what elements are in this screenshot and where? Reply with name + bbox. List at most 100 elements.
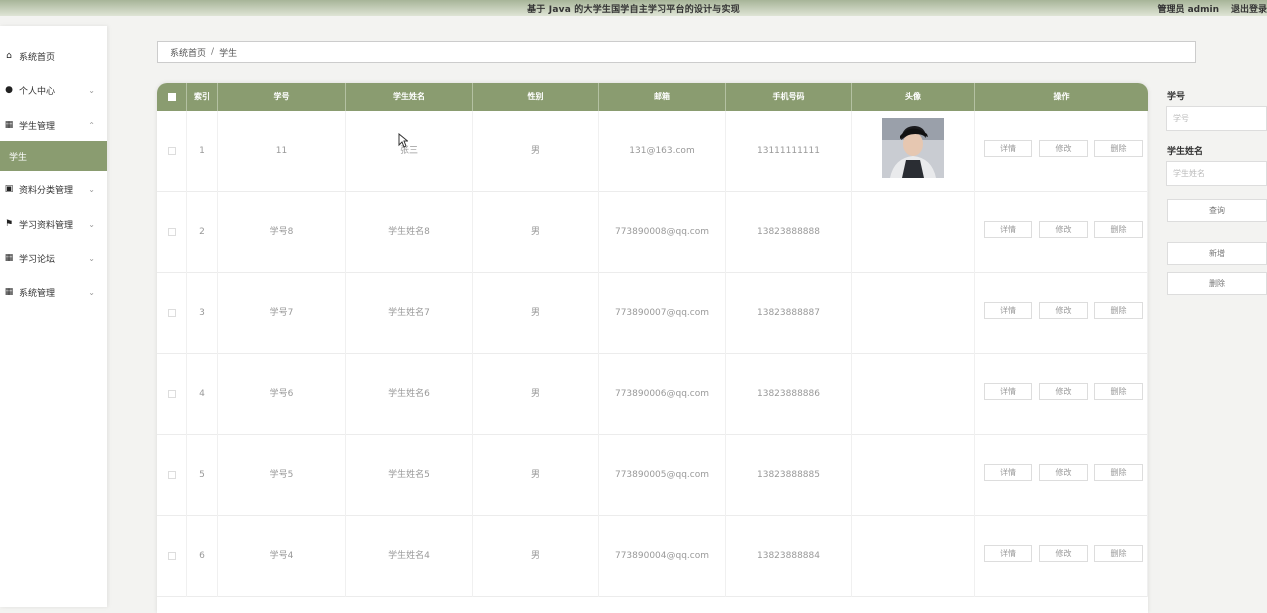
header-student-id: 学号 <box>218 83 346 111</box>
sidebar-item-student-management[interactable]: ▦ 学生管理 ⌃ <box>0 111 107 139</box>
row-checkbox[interactable] <box>167 146 176 155</box>
cell-gender: 男 <box>473 111 599 192</box>
delete-button[interactable]: 删除 <box>1094 140 1143 157</box>
current-user: 管理员 admin <box>1157 5 1219 15</box>
cell-id: 学号4 <box>218 516 346 597</box>
breadcrumb-separator: / <box>211 47 215 57</box>
table-header: 索引 学号 学生姓名 性别 邮箱 手机号码 头像 操作 <box>157 83 1148 111</box>
logout-link[interactable]: 退出登录 <box>1231 2 1267 15</box>
row-checkbox[interactable] <box>167 308 176 317</box>
cell-index: 6 <box>187 516 218 597</box>
chevron-down-icon: ⌄ <box>88 219 95 229</box>
cell-id: 学号5 <box>218 435 346 516</box>
header-select-all[interactable] <box>157 83 187 111</box>
detail-button[interactable]: 详情 <box>984 383 1032 400</box>
sidebar-item-profile[interactable]: ● 个人中心 ⌄ <box>0 76 107 104</box>
delete-button[interactable]: 删除 <box>1094 464 1143 481</box>
avatar-image <box>882 118 944 178</box>
cell-phone: 13823888884 <box>726 516 852 597</box>
header-avatar: 头像 <box>852 83 975 111</box>
breadcrumb-home[interactable]: 系统首页 <box>170 46 206 59</box>
sidebar-item-home[interactable]: ⌂ 系统首页 <box>0 42 107 70</box>
sidebar-item-system[interactable]: ▦ 系统管理 ⌄ <box>0 278 107 306</box>
cell-id: 学号6 <box>218 354 346 435</box>
header-actions: 操作 <box>1053 92 1070 101</box>
cell-email: 773890006@qq.com <box>599 354 726 435</box>
actions-cell: 详情 修改 删除 <box>975 354 1148 435</box>
avatar-cell <box>852 354 975 435</box>
header-phone: 手机号码 <box>726 83 852 111</box>
cell-phone: 13823888887 <box>726 273 852 354</box>
top-bar: 基于 Java 的大学生国学自主学习平台的设计与实现 管理员 admin 退出登… <box>0 0 1267 16</box>
app-title: 基于 Java 的大学生国学自主学习平台的设计与实现 <box>527 5 740 15</box>
cell-index: 4 <box>187 354 218 435</box>
chevron-up-icon: ⌃ <box>88 120 95 130</box>
edit-button[interactable]: 修改 <box>1039 545 1088 562</box>
sidebar-item-category-management[interactable]: ▣ 资料分类管理 ⌄ <box>0 175 107 203</box>
delete-button[interactable]: 删除 <box>1094 302 1143 319</box>
student-id-input[interactable]: 学号 <box>1166 106 1267 131</box>
row-select-cell <box>157 435 187 516</box>
detail-button[interactable]: 详情 <box>984 464 1032 481</box>
select-all-checkbox[interactable] <box>167 92 176 101</box>
edit-button[interactable]: 修改 <box>1039 221 1088 238</box>
table-row: 4 学号6 学生姓名6 男 773890006@qq.com 13823888886 详情修… <box>157 354 1148 435</box>
edit-button[interactable]: 修改 <box>1039 383 1088 400</box>
sidebar-item-label: 学生管理 <box>19 121 56 132</box>
edit-button[interactable]: 修改 <box>1039 140 1088 157</box>
actions-cell: 详情 修改 删除 <box>975 192 1148 273</box>
cell-name: 学生姓名4 <box>346 516 473 597</box>
breadcrumb-current: 学生 <box>219 48 238 59</box>
cell-email: 773890004@qq.com <box>599 516 726 597</box>
mouse-cursor-icon <box>398 133 408 148</box>
avatar-cell <box>852 192 975 273</box>
cell-gender: 男 <box>473 516 599 597</box>
cell-email: 773890005@qq.com <box>599 435 726 516</box>
row-checkbox[interactable] <box>167 389 176 398</box>
sidebar: ⌂ 系统首页 ● 个人中心 ⌄ ▦ 学生管理 ⌃ 学生 ▣ 资料分类管理 ⌄ ⚑… <box>0 26 107 607</box>
breadcrumb: 系统首页 / 学生 <box>157 41 1196 63</box>
delete-button[interactable]: 删除 <box>1094 545 1143 562</box>
table-row: 3 学号7 学生姓名7 男 773890007@qq.com 13823888887 详情修… <box>157 273 1148 354</box>
delete-selected-button[interactable]: 删除 <box>1167 272 1267 295</box>
chevron-down-icon: ⌄ <box>88 253 95 263</box>
row-select-cell <box>157 273 187 354</box>
table-row: 1 11 张三男 131@163.com 13111111111 详情 修改 删除 <box>157 111 1148 192</box>
sidebar-item-student[interactable]: 学生 <box>0 141 107 171</box>
row-checkbox[interactable] <box>167 470 176 479</box>
row-select-cell <box>157 354 187 435</box>
detail-button[interactable]: 详情 <box>984 302 1032 319</box>
cell-phone: 13823888888 <box>726 192 852 273</box>
delete-button[interactable]: 删除 <box>1094 383 1143 400</box>
detail-button[interactable]: 详情 <box>984 140 1032 157</box>
row-select-cell <box>157 516 187 597</box>
cell-phone: 13111111111 <box>726 111 852 192</box>
cell-id: 学号8 <box>218 192 346 273</box>
cell-name: 学生姓名8 <box>346 192 473 273</box>
edit-button[interactable]: 修改 <box>1039 464 1088 481</box>
grid-icon: ▦ <box>4 120 14 130</box>
user-icon: ● <box>5 85 13 95</box>
header-email: 邮箱 <box>599 83 726 111</box>
avatar-cell <box>852 435 975 516</box>
detail-button[interactable]: 详情 <box>984 545 1032 562</box>
row-checkbox[interactable] <box>167 551 176 560</box>
header-student-name: 学生姓名 <box>346 83 473 111</box>
student-name-input[interactable]: 学生姓名 <box>1166 161 1267 186</box>
home-icon: ⌂ <box>6 51 12 61</box>
actions-cell: 详情 修改 删除 <box>975 435 1148 516</box>
sidebar-item-label: 学习论坛 <box>19 254 56 265</box>
sidebar-item-label: 学习资料管理 <box>19 220 74 231</box>
row-select-cell <box>157 192 187 273</box>
add-button[interactable]: 新增 <box>1167 242 1267 265</box>
actions-cell: 详情 修改 删除 <box>975 273 1148 354</box>
table-row: 6 学号4 学生姓名4 男 773890004@qq.com 13823888884 详情修… <box>157 516 1148 597</box>
query-button[interactable]: 查询 <box>1167 199 1267 222</box>
grid-icon: ▦ <box>4 253 14 263</box>
sidebar-item-forum[interactable]: ▦ 学习论坛 ⌄ <box>0 244 107 272</box>
detail-button[interactable]: 详情 <box>984 221 1032 238</box>
delete-button[interactable]: 删除 <box>1094 221 1143 238</box>
row-checkbox[interactable] <box>167 227 176 236</box>
edit-button[interactable]: 修改 <box>1039 302 1088 319</box>
sidebar-item-material-management[interactable]: ⚑ 学习资料管理 ⌄ <box>0 210 107 238</box>
